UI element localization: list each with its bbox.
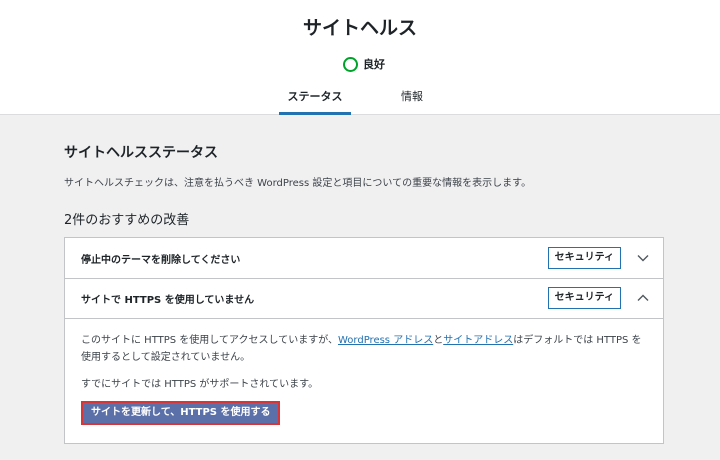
- body-text: このサイトに HTTPS を使用してアクセスしていますが、: [81, 335, 338, 346]
- tab-info[interactable]: 情報: [393, 84, 431, 115]
- section-description: サイトヘルスチェックは、注意を払うべき WordPress 設定と項目についての…: [64, 178, 532, 189]
- body-text: と: [433, 335, 444, 346]
- accordion-item-inactive-themes[interactable]: 停止中のテーマを削除してください セキュリティ: [65, 238, 663, 278]
- accordion-item-https[interactable]: サイトで HTTPS を使用していません セキュリティ: [65, 278, 663, 318]
- status-label: 良好: [363, 58, 385, 71]
- https-support-text: すでにサイトでは HTTPS がサポートされています。: [81, 379, 319, 390]
- chevron-up-icon[interactable]: [631, 286, 655, 310]
- status-circle-icon: [343, 56, 358, 72]
- tab-bar: ステータス 情報: [0, 84, 720, 115]
- page-title: サイトヘルス: [302, 17, 417, 39]
- wordpress-address-link[interactable]: WordPress アドレス: [338, 335, 433, 346]
- improvements-title: 2件のおすすめの改善: [64, 213, 190, 228]
- accordion-body-https: このサイトに HTTPS を使用してアクセスしていますが、WordPress ア…: [65, 318, 663, 425]
- section-title: サイトヘルスステータス: [64, 145, 218, 161]
- security-badge: セキュリティ: [547, 287, 621, 309]
- chevron-down-icon[interactable]: [631, 246, 655, 270]
- tab-status[interactable]: ステータス: [279, 84, 351, 115]
- health-status: 良好: [0, 56, 720, 72]
- https-description: このサイトに HTTPS を使用してアクセスしていますが、WordPress ア…: [81, 332, 647, 366]
- site-address-link[interactable]: サイトアドレス: [443, 335, 513, 346]
- page-header: サイトヘルス 良好 ステータス 情報: [0, 0, 720, 115]
- improvements-panel: 停止中のテーマを削除してください セキュリティ サイトで HTTPS を使用して…: [64, 237, 664, 444]
- update-https-button[interactable]: サイトを更新して、HTTPS を使用する: [81, 401, 281, 425]
- accordion-title: 停止中のテーマを削除してください: [81, 254, 241, 266]
- accordion-title: サイトで HTTPS を使用していません: [81, 294, 255, 306]
- security-badge: セキュリティ: [547, 247, 621, 269]
